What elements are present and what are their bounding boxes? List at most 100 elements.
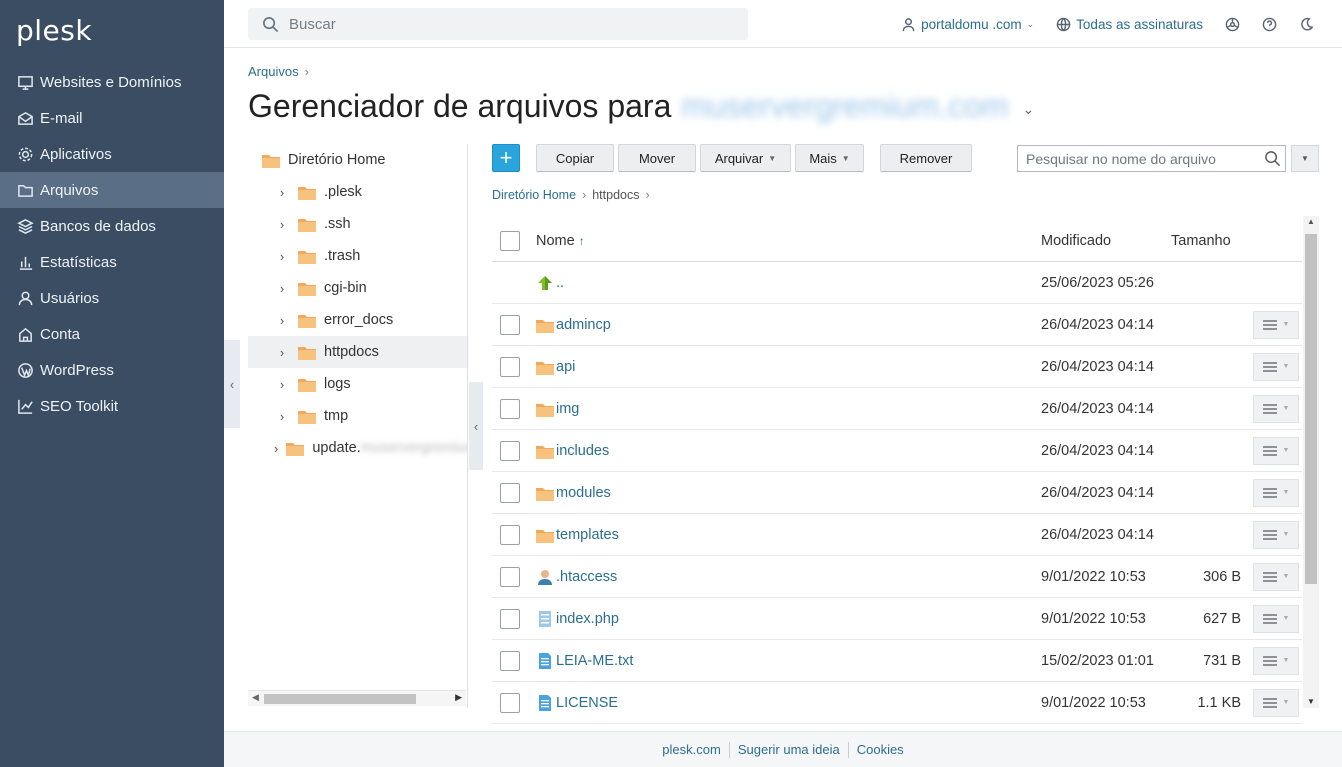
sidebar-item-seo-toolkit[interactable]: SEO Toolkit: [0, 388, 224, 424]
row-actions-menu[interactable]: ▼: [1253, 436, 1299, 465]
chevron-right-icon[interactable]: ›: [274, 377, 290, 392]
row-checkbox[interactable]: [500, 650, 520, 671]
file-name-link[interactable]: modules: [556, 485, 611, 501]
table-vertical-scrollbar[interactable]: ▲ ▼: [1303, 216, 1319, 708]
table-row[interactable]: index.php 9/01/2022 10:53 627 B ▼: [492, 598, 1302, 640]
file-name-link[interactable]: ..: [556, 275, 564, 291]
theme-toggle[interactable]: [1299, 17, 1314, 32]
row-checkbox[interactable]: [500, 566, 520, 587]
table-row[interactable]: admincp 26/04/2023 04:14 ▼: [492, 304, 1302, 346]
scroll-left-icon[interactable]: ◀: [252, 692, 259, 703]
row-actions-menu[interactable]: ▼: [1253, 310, 1299, 339]
tree-item[interactable]: › error_docs: [248, 304, 467, 336]
row-checkbox[interactable]: [500, 608, 520, 629]
sidebar-item-usuarios[interactable]: Usuários: [0, 280, 224, 316]
table-row[interactable]: templates 26/04/2023 04:14 ▼: [492, 514, 1302, 556]
row-actions-menu[interactable]: ▼: [1253, 352, 1299, 381]
row-actions-menu[interactable]: ▼: [1253, 604, 1299, 633]
row-actions-menu[interactable]: ▼: [1253, 562, 1299, 591]
copy-button[interactable]: Copiar: [536, 144, 614, 172]
footer-link-ideia[interactable]: Sugerir uma ideia: [738, 742, 840, 757]
file-name-link[interactable]: LICENSE: [556, 695, 618, 711]
tree-item[interactable]: › .plesk: [248, 176, 467, 208]
tree-root[interactable]: Diretório Home: [248, 144, 467, 176]
global-search-input[interactable]: Buscar: [248, 8, 748, 40]
row-checkbox[interactable]: [500, 314, 520, 335]
path-home[interactable]: Diretório Home: [492, 188, 576, 202]
table-row[interactable]: LICENSE 9/01/2022 10:53 1.1 KB ▼: [492, 682, 1302, 724]
row-actions-menu[interactable]: ▼: [1253, 394, 1299, 423]
column-modified[interactable]: Modificado: [1041, 233, 1171, 249]
move-button[interactable]: Mover: [618, 144, 696, 172]
file-name-link[interactable]: includes: [556, 443, 609, 459]
chevron-right-icon[interactable]: ›: [274, 249, 290, 264]
more-button[interactable]: Mais ▼: [795, 144, 864, 172]
chevron-down-icon[interactable]: ⌄: [1023, 101, 1035, 118]
tree-item[interactable]: › logs: [248, 368, 467, 400]
scroll-up-icon[interactable]: ▲: [1307, 217, 1315, 226]
sidebar-item-arquivos[interactable]: Arquivos: [0, 172, 224, 208]
archive-button[interactable]: Arquivar ▼: [700, 144, 791, 172]
sidebar-item-email[interactable]: E-mail: [0, 100, 224, 136]
sidebar-item-estatisticas[interactable]: Estatísticas: [0, 244, 224, 280]
chevron-right-icon[interactable]: ›: [274, 281, 290, 296]
sidebar-item-bancos[interactable]: Bancos de dados: [0, 208, 224, 244]
sidebar-item-wordpress[interactable]: WordPress: [0, 352, 224, 388]
sidebar-collapse-handle[interactable]: ‹: [224, 340, 240, 428]
row-checkbox[interactable]: [500, 398, 520, 419]
sidebar-item-websites[interactable]: Websites e Domínios: [0, 64, 224, 100]
footer-link-plesk[interactable]: plesk.com: [662, 742, 721, 757]
chevron-right-icon[interactable]: ›: [274, 185, 290, 200]
row-actions-menu[interactable]: ▼: [1253, 478, 1299, 507]
scroll-down-icon[interactable]: ▼: [1307, 697, 1315, 706]
search-icon[interactable]: [1264, 150, 1281, 167]
chevron-right-icon[interactable]: ›: [274, 409, 290, 424]
row-checkbox[interactable]: [500, 356, 520, 377]
scroll-right-icon[interactable]: ▶: [455, 692, 462, 703]
table-row[interactable]: .htaccess 9/01/2022 10:53 306 B ▼: [492, 556, 1302, 598]
row-actions-menu[interactable]: ▼: [1253, 646, 1299, 675]
file-name-link[interactable]: admincp: [556, 317, 611, 333]
table-row[interactable]: .. 25/06/2023 05:26: [492, 262, 1302, 304]
breadcrumb-arquivos[interactable]: Arquivos: [248, 64, 299, 79]
file-name-link[interactable]: api: [556, 359, 575, 375]
search-options-button[interactable]: ▼: [1291, 145, 1319, 172]
tree-item[interactable]: › tmp: [248, 400, 467, 432]
row-actions-menu[interactable]: ▼: [1253, 520, 1299, 549]
table-row[interactable]: api 26/04/2023 04:14 ▼: [492, 346, 1302, 388]
file-name-link[interactable]: templates: [556, 527, 619, 543]
row-actions-menu[interactable]: ▼: [1253, 688, 1299, 717]
subscriptions-link[interactable]: Todas as assinaturas: [1056, 17, 1203, 32]
scroll-thumb[interactable]: [264, 694, 416, 704]
tree-item[interactable]: › .trash: [248, 240, 467, 272]
chevron-right-icon[interactable]: ›: [274, 313, 290, 328]
column-name[interactable]: Nome ↑: [536, 233, 1041, 249]
row-checkbox[interactable]: [500, 482, 520, 503]
chevron-right-icon[interactable]: ›: [274, 345, 290, 360]
table-row[interactable]: LEIA-ME.txt 15/02/2023 01:01 731 B ▼: [492, 640, 1302, 682]
help-button[interactable]: [1262, 17, 1277, 32]
add-button[interactable]: +: [492, 144, 520, 172]
footer-link-cookies[interactable]: Cookies: [857, 742, 904, 757]
chevron-right-icon[interactable]: ›: [274, 217, 290, 232]
file-name-link[interactable]: .htaccess: [556, 569, 617, 585]
chevron-right-icon[interactable]: ›: [274, 441, 278, 456]
remove-button[interactable]: Remover: [880, 144, 972, 172]
file-name-link[interactable]: img: [556, 401, 579, 417]
file-name-link[interactable]: index.php: [556, 611, 619, 627]
tree-item[interactable]: › cgi-bin: [248, 272, 467, 304]
extensions-button[interactable]: [1225, 17, 1240, 32]
tree-horizontal-scrollbar[interactable]: ◀ ▶: [248, 690, 466, 706]
plesk-logo[interactable]: plesk: [16, 14, 92, 47]
table-row[interactable]: modules 26/04/2023 04:14 ▼: [492, 472, 1302, 514]
tree-item[interactable]: › .ssh: [248, 208, 467, 240]
sidebar-item-conta[interactable]: Conta: [0, 316, 224, 352]
column-size[interactable]: Tamanho: [1171, 233, 1241, 249]
row-checkbox[interactable]: [500, 692, 520, 713]
row-checkbox[interactable]: [500, 440, 520, 461]
table-row[interactable]: includes 26/04/2023 04:14 ▼: [492, 430, 1302, 472]
select-all-checkbox[interactable]: [500, 230, 520, 251]
file-search-input[interactable]: Pesquisar no nome do arquivo: [1017, 145, 1286, 172]
sidebar-item-aplicativos[interactable]: Aplicativos: [0, 136, 224, 172]
tree-item[interactable]: › update. muservergremium: [248, 432, 467, 464]
